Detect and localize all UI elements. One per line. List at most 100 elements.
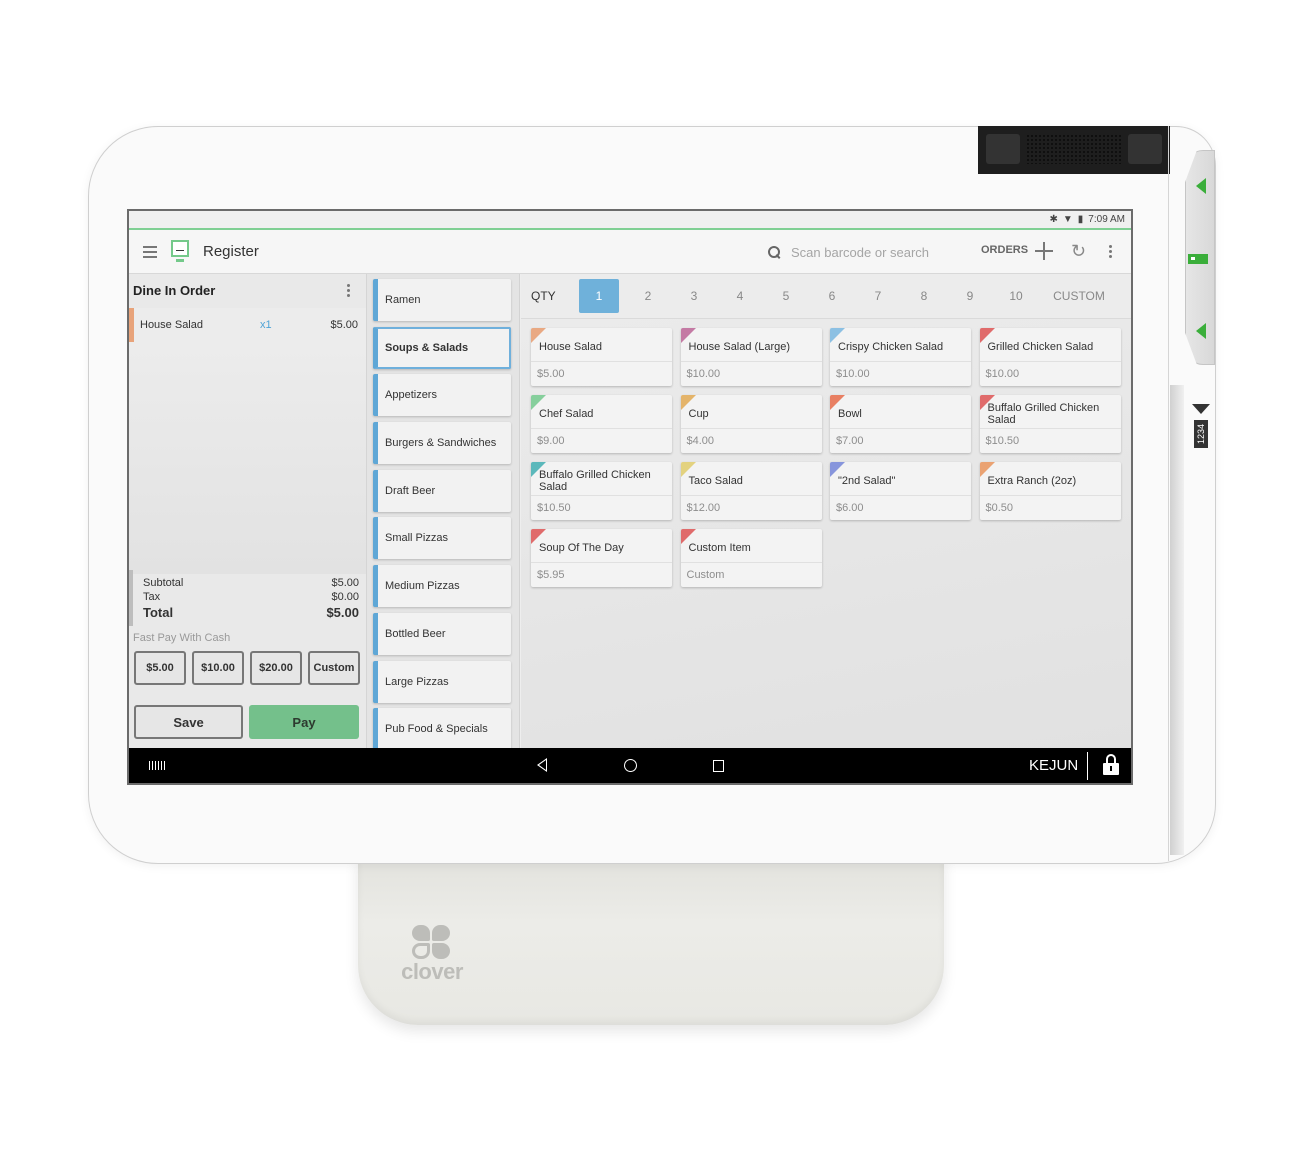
order-menu-icon[interactable] (347, 283, 350, 297)
menu-item-tile[interactable]: Grilled Chicken Salad $10.00 (979, 328, 1121, 386)
total-value: $5.00 (326, 605, 359, 620)
menu-item-tile[interactable]: Buffalo Grilled Chicken Salad $10.50 (531, 462, 672, 520)
clover-leaf-icon (412, 925, 452, 961)
menu-item-tile[interactable]: Bowl $7.00 (830, 395, 971, 453)
add-icon[interactable] (1035, 242, 1053, 260)
order-line-name: House Salad (140, 319, 203, 331)
qty-option-8[interactable]: 8 (901, 279, 947, 313)
qty-option-custom[interactable]: CUSTOM (1039, 279, 1119, 313)
indicator-arrow-bottom-icon (1196, 323, 1206, 339)
cash-20-button[interactable]: $20.00 (250, 651, 302, 685)
menu-item-name: House Salad (Large) (680, 328, 822, 362)
bluetooth-icon: ✱ (1049, 214, 1058, 225)
menu-item-price: $7.00 (836, 435, 864, 447)
pay-button[interactable]: Pay (249, 705, 359, 739)
menu-item-tile[interactable]: Crispy Chicken Salad $10.00 (830, 328, 971, 386)
search-icon[interactable] (767, 245, 781, 259)
menu-item-name: Soup Of The Day (531, 529, 672, 563)
fast-pay-label: Fast Pay With Cash (133, 632, 231, 644)
menu-item-price: $10.00 (836, 368, 870, 380)
item-color-tag (531, 462, 546, 477)
qty-option-1[interactable]: 1 (579, 279, 619, 313)
current-user[interactable]: KEJUN (1029, 757, 1078, 774)
orders-button[interactable]: ORDERS (981, 244, 1028, 256)
menu-item-name: Crispy Chicken Salad (830, 328, 971, 362)
recent-apps-icon[interactable] (713, 760, 724, 772)
overflow-menu-icon[interactable] (1109, 245, 1112, 258)
menu-item-tile[interactable]: Custom Item Custom (680, 529, 822, 587)
barcode-icon[interactable] (149, 761, 165, 770)
qty-option-9[interactable]: 9 (947, 279, 993, 313)
menu-item-price: $12.00 (686, 502, 721, 514)
brand-wordmark: clover (401, 959, 463, 984)
category-draft-beer[interactable]: Draft Beer (373, 469, 511, 512)
qty-option-5[interactable]: 5 (763, 279, 809, 313)
back-icon[interactable] (537, 758, 547, 772)
item-color-tag (680, 395, 696, 410)
menu-item-price: $4.00 (686, 435, 715, 447)
menu-item-name: Custom Item (680, 529, 822, 563)
lock-icon[interactable] (1103, 754, 1119, 776)
qty-option-3[interactable]: 3 (671, 279, 717, 313)
refresh-icon[interactable]: ↻ (1071, 241, 1086, 261)
menu-item-tile[interactable]: Buffalo Grilled Chicken Salad $10.50 (979, 395, 1121, 453)
tax-value: $0.00 (331, 591, 359, 603)
battery-icon: ▮ (1077, 214, 1084, 225)
qty-option-10[interactable]: 10 (993, 279, 1039, 313)
menu-item-tile[interactable]: Taco Salad $12.00 (680, 462, 822, 520)
home-icon[interactable] (624, 759, 637, 772)
order-header: Dine In Order (129, 274, 366, 306)
item-color-tag (680, 529, 696, 544)
order-line-item[interactable]: House Salad x1 $5.00 (129, 308, 366, 342)
card-insert-arrow-icon (1192, 404, 1210, 414)
category-appetizers[interactable]: Appetizers (373, 374, 511, 417)
menu-item-tile[interactable]: Extra Ranch (2oz) $0.50 (979, 462, 1121, 520)
menu-item-name: "2nd Salad" (830, 462, 971, 496)
cash-5-button[interactable]: $5.00 (134, 651, 186, 685)
menu-item-tile[interactable]: Cup $4.00 (680, 395, 822, 453)
search-bar (767, 230, 961, 274)
cash-10-button[interactable]: $10.00 (192, 651, 244, 685)
category-bottled-beer[interactable]: Bottled Beer (373, 612, 511, 655)
menu-item-name: Grilled Chicken Salad (979, 328, 1121, 362)
item-color-tag (830, 328, 845, 343)
menu-item-name: Bowl (830, 395, 971, 429)
item-color-tag (531, 529, 546, 544)
menu-item-tile[interactable]: "2nd Salad" $6.00 (830, 462, 971, 520)
qty-option-7[interactable]: 7 (855, 279, 901, 313)
category-pub-food-specials[interactable]: Pub Food & Specials (373, 708, 511, 748)
category-burgers-sandwiches[interactable]: Burgers & Sandwiches (373, 422, 511, 465)
system-nav-bar: KEJUN (129, 748, 1131, 783)
qty-option-2[interactable]: 2 (625, 279, 671, 313)
pos-screen: ✱ ▼ ▮ 7:09 AM Register ORDERS ↻ Dine In … (127, 209, 1133, 785)
order-line-price: $5.00 (330, 319, 358, 331)
category-medium-pizzas[interactable]: Medium Pizzas (373, 565, 511, 608)
subtotal-value: $5.00 (331, 577, 359, 589)
category-soups-salads[interactable]: Soups & Salads (373, 326, 511, 369)
menu-item-tile[interactable]: House Salad $5.00 (531, 328, 672, 386)
category-small-pizzas[interactable]: Small Pizzas (373, 517, 511, 560)
qty-option-4[interactable]: 4 (717, 279, 763, 313)
item-color-tag (680, 462, 696, 477)
card-slot (1170, 385, 1184, 855)
sensor-icon (1128, 134, 1162, 164)
order-list-empty-area (129, 342, 366, 574)
category-large-pizzas[interactable]: Large Pizzas (373, 660, 511, 703)
tax-label: Tax (143, 591, 161, 603)
category-list: Ramen Soups & Salads Appetizers Burgers … (367, 274, 520, 748)
qty-label: QTY (531, 289, 556, 303)
save-button[interactable]: Save (134, 705, 243, 739)
order-actions: Save Pay (134, 705, 359, 739)
status-time: 7:09 AM (1088, 214, 1125, 225)
qty-option-6[interactable]: 6 (809, 279, 855, 313)
menu-item-tile[interactable]: Chef Salad $9.00 (531, 395, 672, 453)
menu-item-tile[interactable]: House Salad (Large) $10.00 (680, 328, 822, 386)
menu-item-price: $9.00 (537, 435, 565, 447)
menu-item-price: Custom (686, 569, 725, 581)
menu-icon[interactable] (143, 245, 157, 258)
fast-pay-cash-buttons: $5.00 $10.00 $20.00 Custom (134, 651, 360, 685)
category-ramen[interactable]: Ramen (373, 279, 511, 321)
menu-item-tile[interactable]: Soup Of The Day $5.95 (531, 529, 672, 587)
search-input[interactable] (791, 244, 961, 260)
cash-custom-button[interactable]: Custom (308, 651, 360, 685)
